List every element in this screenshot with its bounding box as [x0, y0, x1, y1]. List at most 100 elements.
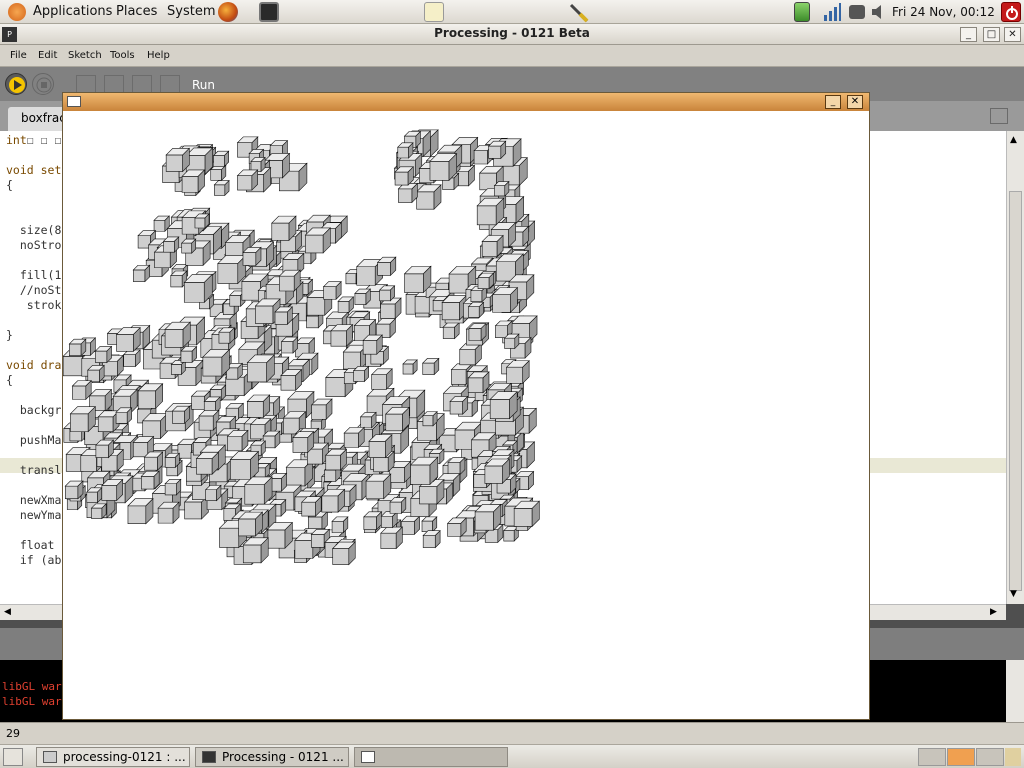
menu-tools[interactable]: Tools [110, 50, 135, 61]
cube [467, 301, 485, 319]
cube [354, 288, 372, 306]
code-text: newXma [6, 493, 62, 507]
cube [64, 480, 84, 500]
cube [310, 398, 333, 421]
workspace-1[interactable] [918, 748, 946, 766]
cube [331, 516, 349, 534]
clock[interactable]: Fri 24 Nov, 00:12 [892, 5, 995, 19]
sketch-window-titlebar[interactable]: _ ✕ [63, 93, 869, 111]
cube [262, 430, 281, 449]
cube [68, 338, 87, 357]
scroll-thumb[interactable] [1009, 191, 1022, 591]
cube [375, 317, 397, 339]
sketch-minimize-button[interactable]: _ [825, 95, 841, 109]
code-line: newXma [6, 493, 62, 507]
applications-menu[interactable]: Applications [33, 4, 112, 19]
cube [143, 451, 164, 471]
scroll-right-icon[interactable]: ▶ [990, 607, 997, 617]
task-terminal[interactable]: processing-0121 : ... [36, 747, 190, 767]
tab-boxfrac[interactable]: boxfrac [8, 107, 68, 131]
cube [415, 184, 442, 210]
task-sketch-window[interactable] [354, 747, 508, 767]
menu-help[interactable]: Help [147, 50, 170, 61]
code-text: { [6, 178, 13, 192]
workspace-2[interactable] [947, 748, 975, 766]
scroll-up-icon[interactable]: ▲ [1010, 135, 1017, 145]
terminal-icon [43, 751, 57, 763]
workspace-3[interactable] [976, 748, 1004, 766]
text-editor-icon[interactable] [424, 2, 444, 22]
cube [94, 345, 113, 364]
cube [250, 156, 266, 173]
console-scrollbar[interactable] [1006, 660, 1024, 722]
line-number-bar: 29 [0, 722, 1024, 744]
show-desktop-icon[interactable] [3, 748, 23, 766]
menu-edit[interactable]: Edit [38, 50, 57, 61]
maximize-button[interactable]: □ [983, 27, 1000, 42]
cube [204, 484, 222, 502]
cube [226, 429, 249, 452]
tab-menu-arrow-icon[interactable] [990, 108, 1008, 124]
ubuntu-logo-icon[interactable] [8, 3, 26, 21]
code-keyword: void dra [6, 358, 62, 372]
cube [115, 407, 133, 425]
cube [476, 197, 505, 226]
network-signal-icon[interactable] [822, 2, 842, 22]
cube [210, 164, 227, 182]
task-processing[interactable]: Processing - 0121 ... [195, 747, 349, 767]
code-line: void dra [6, 358, 61, 372]
cube [127, 498, 154, 525]
places-menu[interactable]: Places [116, 4, 157, 19]
code-text: float [6, 538, 55, 552]
cube [101, 478, 124, 502]
cube [183, 273, 213, 304]
cube [487, 140, 507, 160]
firefox-icon[interactable] [218, 2, 238, 22]
stop-button[interactable] [32, 73, 54, 95]
code-text: if (ab [6, 553, 62, 567]
cube [198, 409, 220, 431]
close-button[interactable]: ✕ [1004, 27, 1021, 42]
terminal-icon[interactable] [259, 2, 279, 22]
cube [280, 368, 303, 391]
code-line: if (ab [6, 553, 62, 567]
minimize-button[interactable]: _ [960, 27, 977, 42]
cube [137, 383, 164, 410]
window-titlebar[interactable]: P Processing - 0121 Beta _ □ ✕ [0, 24, 1024, 45]
system-menu[interactable]: System [167, 4, 215, 19]
cube [491, 286, 519, 314]
code-text: pushMa [6, 433, 62, 447]
code-text: ☐ ☐ ☐ [26, 133, 62, 147]
cube [181, 169, 206, 194]
cube [246, 354, 276, 383]
network-connection-icon[interactable] [849, 5, 865, 19]
code-line: noStro [6, 238, 62, 252]
cube [331, 541, 356, 566]
cube [447, 456, 466, 476]
sketch-window[interactable]: _ ✕ [62, 92, 870, 720]
scroll-left-icon[interactable]: ◀ [4, 607, 11, 617]
cube [376, 256, 397, 277]
code-text: newYma [6, 508, 62, 522]
editor-vertical-scrollbar[interactable]: ▲ ▼ [1006, 131, 1024, 604]
sketch-close-button[interactable]: ✕ [847, 95, 863, 109]
fractal-cube-canvas [63, 111, 869, 719]
cube [322, 280, 342, 300]
cube [180, 238, 197, 254]
run-button[interactable] [5, 73, 27, 95]
menu-sketch[interactable]: Sketch [68, 50, 102, 61]
code-text: transl [6, 463, 62, 477]
scroll-down-icon[interactable]: ▼ [1010, 589, 1017, 599]
cube [271, 215, 297, 241]
line-number: 29 [6, 727, 20, 740]
cube [352, 365, 370, 383]
cube [325, 448, 348, 471]
trash-icon[interactable] [1005, 748, 1021, 766]
cube [442, 321, 460, 340]
menu-file[interactable]: File [10, 50, 27, 61]
power-icon[interactable] [1001, 2, 1021, 22]
screwdriver-icon[interactable] [568, 2, 589, 23]
battery-icon[interactable] [794, 2, 810, 22]
volume-icon[interactable] [870, 2, 890, 22]
cube [242, 246, 262, 267]
